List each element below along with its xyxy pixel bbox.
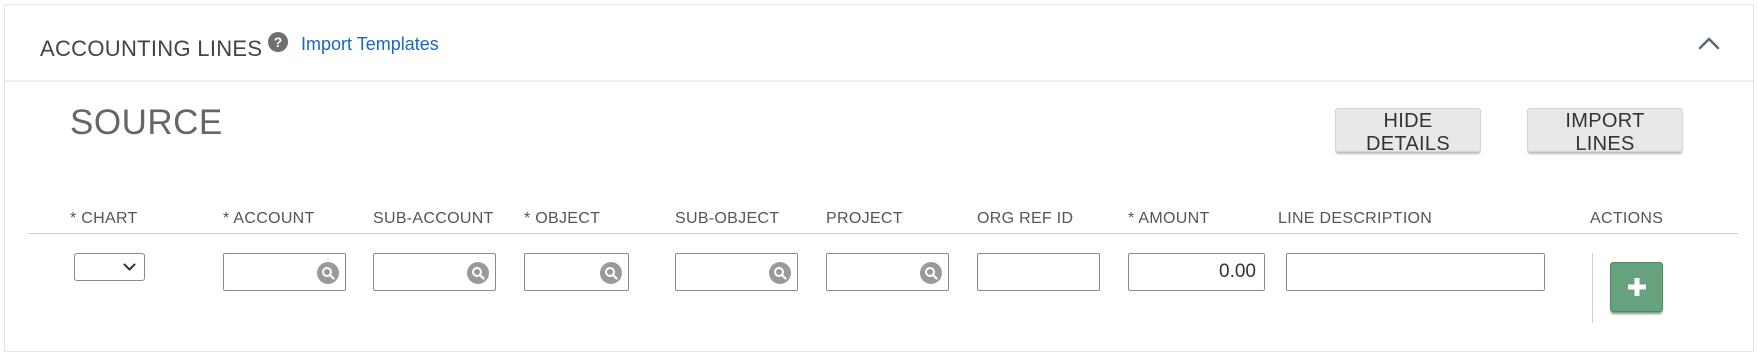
search-icon[interactable] <box>600 262 622 284</box>
column-header-sub-account: SUB-ACCOUNT <box>373 210 494 227</box>
actions-divider <box>1592 253 1593 323</box>
line-description-input[interactable] <box>1287 254 1544 290</box>
chart-select[interactable] <box>74 253 145 281</box>
column-header-amount: * AMOUNT <box>1128 210 1210 227</box>
column-header-org-ref-id: ORG REF ID <box>977 210 1074 227</box>
project-field[interactable] <box>826 253 949 291</box>
search-icon[interactable] <box>769 262 791 284</box>
column-header-project: PROJECT <box>826 210 903 227</box>
section-title: SOURCE <box>70 103 223 142</box>
line-description-field[interactable] <box>1286 253 1545 291</box>
plus-icon <box>1628 278 1646 296</box>
accounting-lines-panel: ACCOUNTING LINES ? Import Templates SOUR… <box>4 4 1754 352</box>
add-line-button[interactable] <box>1610 262 1663 312</box>
header-divider <box>28 233 1738 234</box>
search-icon[interactable] <box>467 262 489 284</box>
column-header-sub-object: SUB-OBJECT <box>675 210 780 227</box>
column-header-line-description: LINE DESCRIPTION <box>1278 210 1433 227</box>
panel-title: ACCOUNTING LINES <box>40 36 263 61</box>
column-header-chart: * CHART <box>70 210 138 227</box>
search-icon[interactable] <box>317 262 339 284</box>
panel-header: ACCOUNTING LINES ? Import Templates <box>5 5 1753 82</box>
help-icon[interactable]: ? <box>268 32 288 52</box>
import-lines-button[interactable]: IMPORT LINES <box>1527 108 1683 155</box>
org-ref-id-field[interactable] <box>977 253 1100 291</box>
column-header-object: * OBJECT <box>524 210 601 227</box>
chevron-down-icon <box>123 263 136 271</box>
chevron-up-icon[interactable] <box>1695 33 1723 53</box>
sub-account-field[interactable] <box>373 253 496 291</box>
column-header-account: * ACCOUNT <box>223 210 315 227</box>
hide-details-button[interactable]: HIDE DETAILS <box>1335 108 1481 155</box>
import-templates-link[interactable]: Import Templates <box>301 34 439 55</box>
org-ref-id-input[interactable] <box>978 254 1099 290</box>
amount-input[interactable] <box>1129 254 1264 290</box>
column-header-actions: ACTIONS <box>1590 210 1664 227</box>
amount-field[interactable] <box>1128 253 1265 291</box>
search-icon[interactable] <box>920 262 942 284</box>
sub-object-field[interactable] <box>675 253 798 291</box>
object-field[interactable] <box>524 253 629 291</box>
account-field[interactable] <box>223 253 346 291</box>
